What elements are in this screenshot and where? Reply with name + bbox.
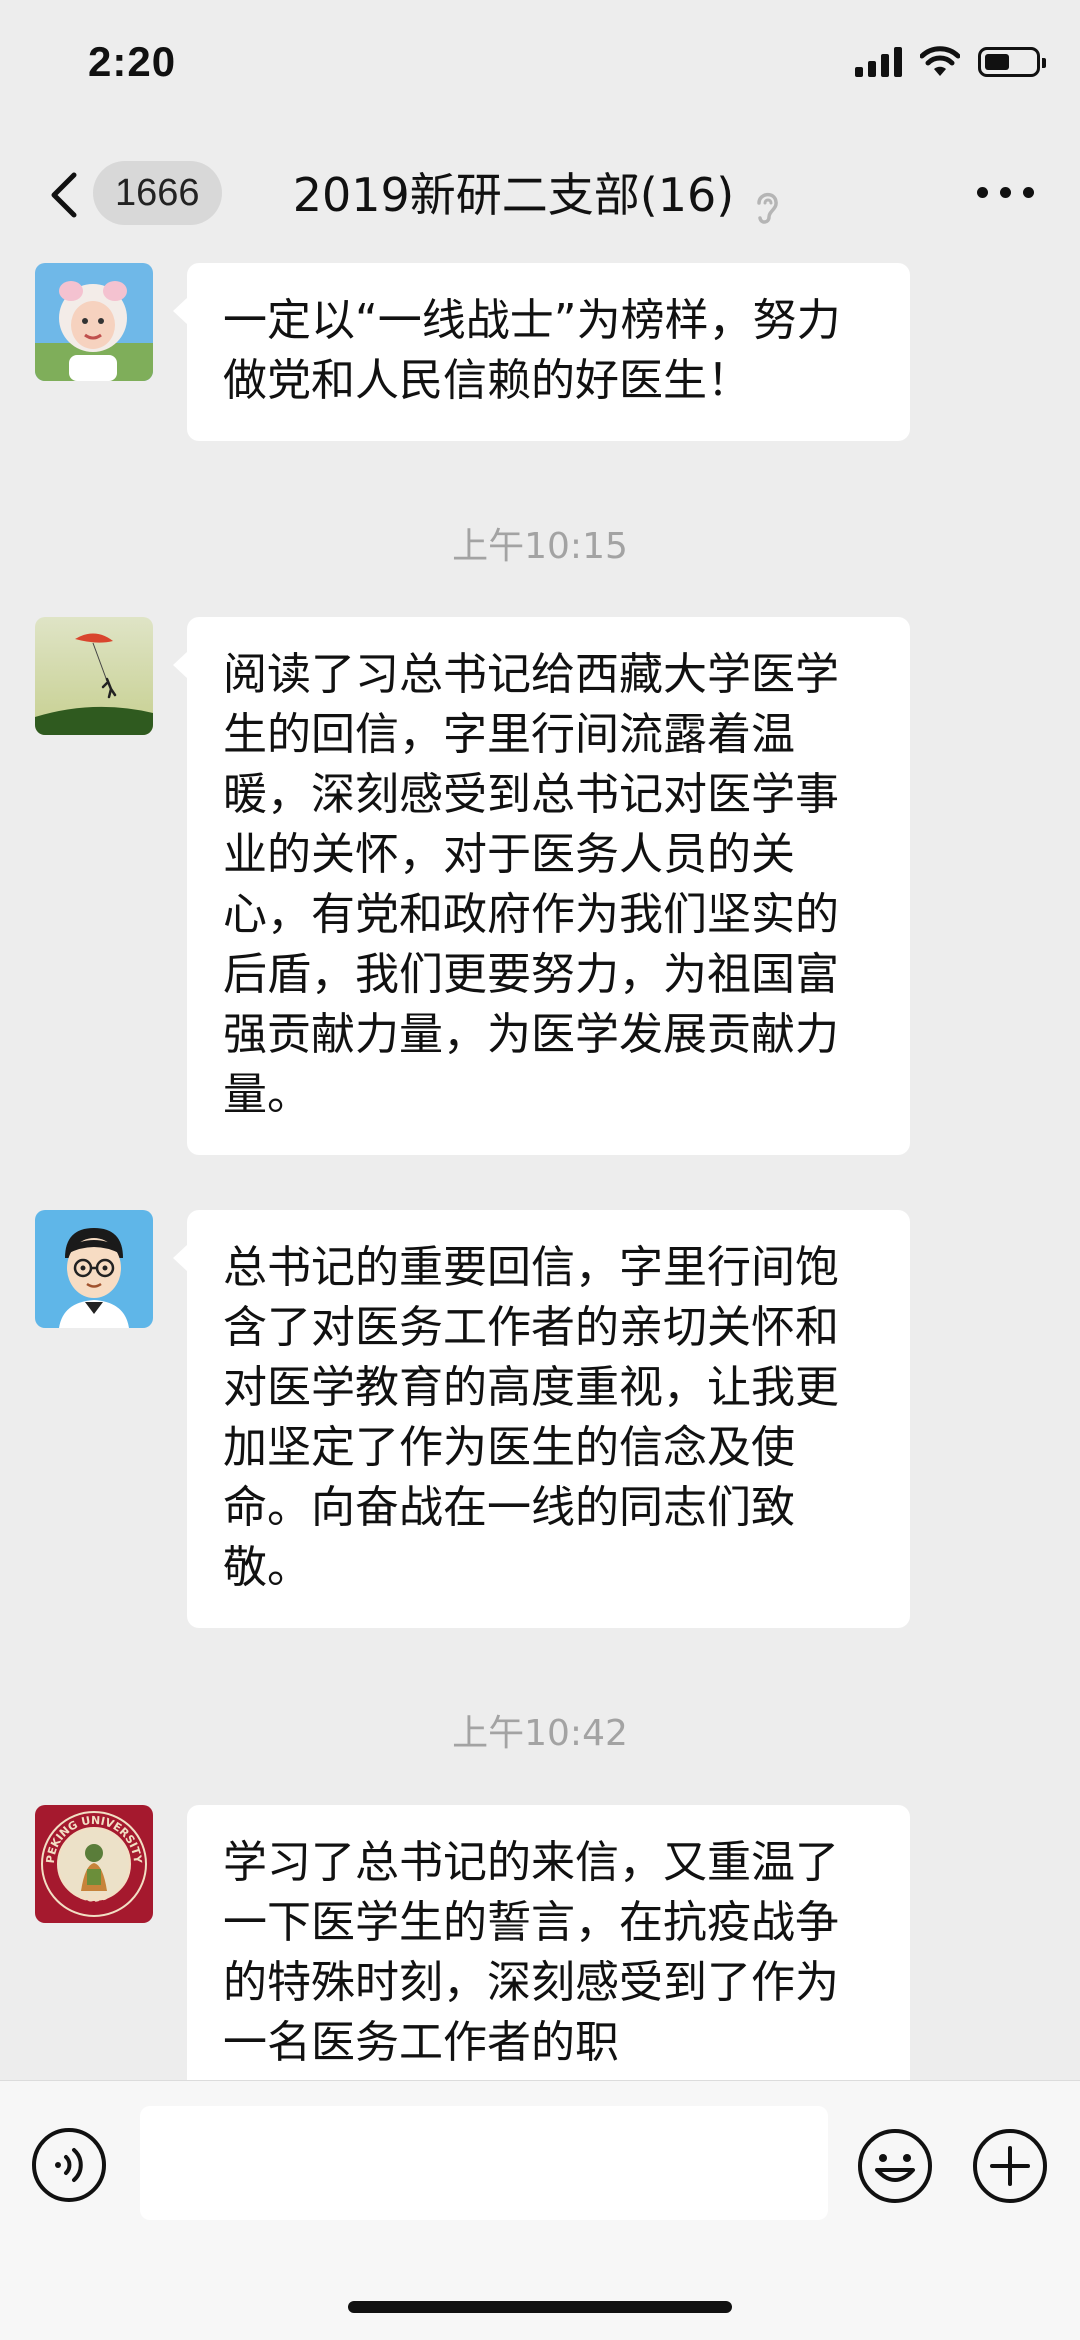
- chat-area[interactable]: 一定以“一线战士”为榜样，努力做党和人民信赖的好医生！ 上午10:15 阅读了习…: [0, 255, 1080, 2080]
- ear-mute-icon: [757, 192, 779, 224]
- message-bubble[interactable]: 总书记的重要回信，字里行间饱含了对医务工作者的亲切关怀和对医学教育的高度重视，让…: [173, 1210, 910, 1628]
- voice-input-icon[interactable]: [30, 2126, 108, 2204]
- peking-university-avatar[interactable]: PEKING UNIVERSITY 1898: [35, 1805, 153, 1923]
- cartoon-boy-avatar[interactable]: [35, 1210, 153, 1328]
- message-input-bar: [0, 2080, 1080, 2340]
- emoji-icon[interactable]: [855, 2126, 935, 2206]
- wifi-icon: [920, 46, 960, 76]
- message-bubble[interactable]: 阅读了习总书记给西藏大学医学生的回信，字里行间流露着温暖，深刻感受到总书记对医学…: [173, 617, 910, 1155]
- kite-landscape-avatar[interactable]: [35, 617, 153, 735]
- message-bubble[interactable]: 一定以“一线战士”为榜样，努力做党和人民信赖的好医生！: [173, 263, 910, 441]
- more-options-icon[interactable]: [977, 187, 1034, 198]
- add-attachment-icon[interactable]: [970, 2126, 1050, 2206]
- chat-title-wrap: 2019新研二支部(16): [0, 159, 1080, 229]
- baby-photo-avatar[interactable]: [35, 263, 153, 381]
- status-time: 2:20: [88, 38, 177, 85]
- timestamp-separator: 上午10:42: [452, 1713, 628, 1754]
- message-bubble[interactable]: 学习了总书记的来信，又重温了一下医学生的誓言，在抗疫战争的特殊时刻，深刻感受到了…: [187, 1805, 910, 2080]
- chat-title[interactable]: 2019新研二支部(16): [293, 168, 735, 222]
- chat-header: 1666 2019新研二支部(16): [0, 135, 1080, 255]
- message-text-input[interactable]: [140, 2106, 828, 2220]
- battery-icon: [978, 47, 1046, 77]
- status-bar: 2:20: [0, 0, 1080, 135]
- home-indicator[interactable]: [348, 2301, 732, 2313]
- status-icons: [855, 46, 1046, 78]
- timestamp-separator: 上午10:15: [452, 526, 628, 567]
- cellular-signal-icon: [855, 47, 902, 77]
